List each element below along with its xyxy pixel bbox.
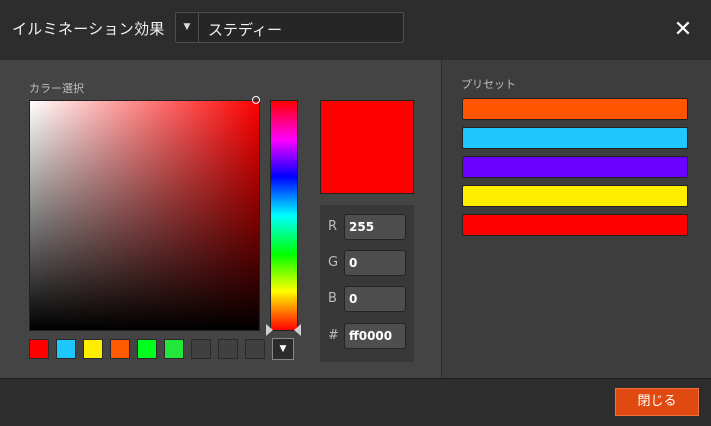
hex-input[interactable]: ff0000 <box>344 323 406 349</box>
swatch-more-dropdown-icon[interactable]: ▼ <box>272 338 294 360</box>
dialog-title: イルミネーション効果 <box>12 20 165 38</box>
hue-slider-handle-right[interactable] <box>294 324 301 336</box>
effect-dropdown[interactable]: ▼ ステディー <box>175 12 404 43</box>
r-input[interactable]: 255 <box>344 214 406 240</box>
dropdown-arrow-icon: ▼ <box>176 13 199 42</box>
dialog-footer <box>0 378 711 426</box>
close-button[interactable]: 閉じる <box>615 388 699 416</box>
preset-5[interactable] <box>462 214 688 236</box>
close-icon[interactable]: ✕ <box>671 18 695 42</box>
preset-label: プリセット <box>461 78 516 91</box>
swatch-4[interactable] <box>110 339 130 359</box>
rgb-input-panel: R 255 G 0 B 0 # ff0000 <box>320 205 414 362</box>
preset-3[interactable] <box>462 156 688 178</box>
swatch-1[interactable] <box>29 339 49 359</box>
preset-1[interactable] <box>462 98 688 120</box>
color-select-label: カラー選択 <box>29 82 84 95</box>
b-input[interactable]: 0 <box>344 286 406 312</box>
color-preview <box>320 100 414 194</box>
swatch-9[interactable] <box>245 339 265 359</box>
effect-dropdown-value: ステディー <box>208 21 282 39</box>
hex-label: # <box>328 328 339 343</box>
preset-2[interactable] <box>462 127 688 149</box>
preset-4[interactable] <box>462 185 688 207</box>
b-label: B <box>328 291 337 306</box>
swatch-6[interactable] <box>164 339 184 359</box>
hue-slider[interactable] <box>270 100 298 331</box>
r-label: R <box>328 219 338 234</box>
saturation-value-area[interactable] <box>29 100 260 331</box>
saturation-value-handle[interactable] <box>252 96 260 104</box>
swatch-5[interactable] <box>137 339 157 359</box>
swatch-8[interactable] <box>218 339 238 359</box>
swatch-7[interactable] <box>191 339 211 359</box>
g-input[interactable]: 0 <box>344 250 406 276</box>
swatch-3[interactable] <box>83 339 103 359</box>
swatch-2[interactable] <box>56 339 76 359</box>
hue-slider-handle-left[interactable] <box>266 324 273 336</box>
g-label: G <box>328 255 339 270</box>
